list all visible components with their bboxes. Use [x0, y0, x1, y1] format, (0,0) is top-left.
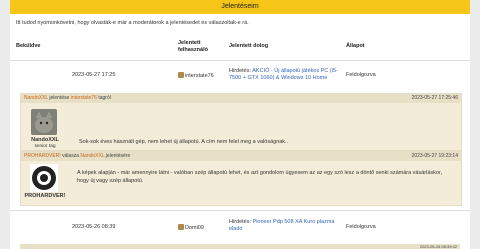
avatar [30, 164, 58, 192]
col-header-thing: Jelentett dolog [229, 43, 269, 49]
divider [10, 60, 470, 61]
message-target[interactable]: NandoXXL [80, 153, 104, 159]
message-text: A képek alapján - már amennyire látni - … [77, 170, 443, 184]
user-icon [178, 224, 184, 230]
message-bar: 2023-05-26 08:39:42 [20, 244, 460, 249]
col-header-submitted: Beküldve [16, 43, 41, 49]
col-header-status: Állapot [346, 43, 365, 49]
row-status: Feldolgozva [346, 72, 376, 78]
prohardver-logo-icon [32, 166, 56, 190]
divider [10, 210, 470, 211]
row-thing: Hirdetés: AKCIÓ - Új állapotú játékos PC… [229, 68, 338, 81]
row-thing: Hirdetés: Pioneer Pdp 508 XA Kuro plazma… [229, 219, 335, 232]
report-message: PROHARDVER! válasza NandoXXL jelentésére… [20, 151, 462, 206]
avatar [31, 109, 57, 135]
message-timestamp: 2023-05-26 08:39:42 [419, 244, 457, 249]
message-target[interactable]: interstate76 [71, 95, 97, 101]
row-date: 2023-05-26 08:39 [72, 224, 116, 230]
reports-panel: Jelentéseim Itt tudod nyomonkövetni, hog… [10, 0, 470, 249]
intro-text: Itt tudod nyomonkövetni, hogy olvasták-e… [16, 20, 249, 26]
message-author[interactable]: NandoXXL [24, 95, 48, 101]
row-user[interactable]: interstate76 [178, 72, 214, 80]
report-message: NandoXXL jelentése interstate76 tagról 2… [20, 93, 462, 151]
col-header-user: Jelentett felhasználó [178, 40, 208, 53]
cat-avatar-icon [31, 109, 57, 135]
row-date: 2023-05-27 17:25 [72, 72, 116, 78]
message-timestamp: 2023-05-27 17:25:46 [411, 95, 458, 101]
user-icon [178, 72, 184, 78]
message-timestamp: 2023-05-27 19:23:14 [411, 153, 458, 159]
row-status: Feldolgozva [346, 224, 376, 230]
message-bar: NandoXXL jelentése interstate76 tagról 2… [21, 94, 461, 103]
page-title: Jelentéseim [10, 0, 470, 14]
message-text: Sok-sok éves használt gép, nem lehet új … [79, 139, 289, 145]
message-user-name[interactable]: PROHARDVER! [23, 193, 67, 200]
message-author[interactable]: PROHARDVER! [24, 153, 61, 159]
row-user[interactable]: Domi09 [178, 224, 204, 232]
message-bar: PROHARDVER! válasza NandoXXL jelentésére… [21, 152, 461, 161]
message-user-rank: senior tag [34, 144, 56, 149]
